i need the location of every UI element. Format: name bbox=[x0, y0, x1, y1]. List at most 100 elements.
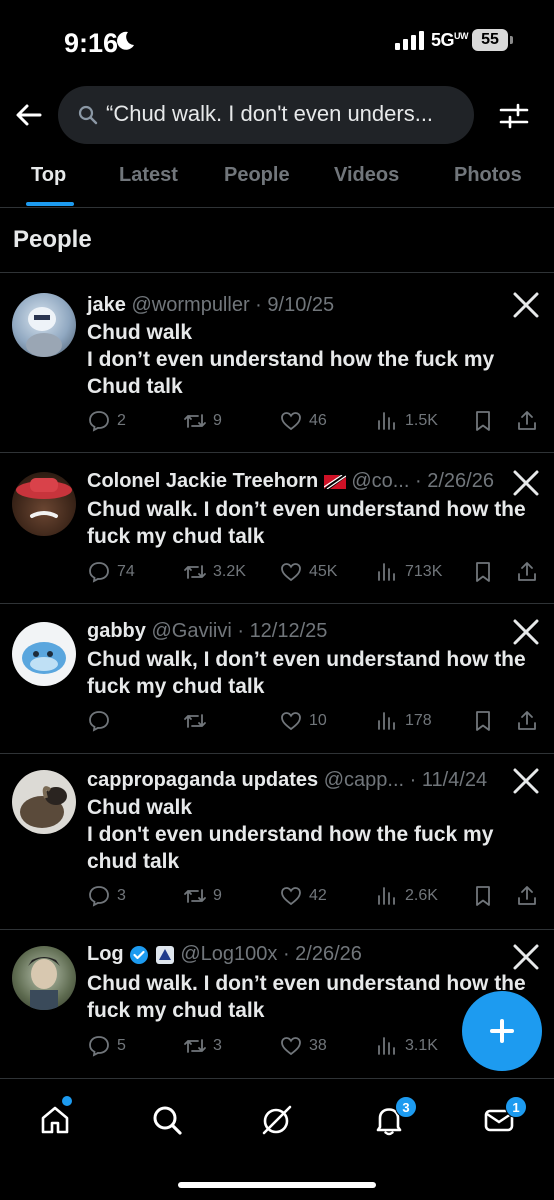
author-handle[interactable]: @wormpuller bbox=[132, 294, 250, 316]
verified-badge-icon bbox=[130, 945, 149, 964]
author-name[interactable]: gabby bbox=[87, 620, 146, 642]
repost-button[interactable]: 9 bbox=[183, 884, 222, 908]
author-name[interactable]: jake bbox=[87, 294, 126, 316]
reply-button[interactable] bbox=[87, 709, 117, 733]
tweet-date[interactable]: 12/12/25 bbox=[250, 620, 328, 642]
view-count: 3.1K bbox=[405, 1037, 438, 1054]
grok-icon[interactable] bbox=[260, 1103, 294, 1137]
repost-button[interactable] bbox=[183, 709, 213, 733]
tweet-header: Colonel Jackie Treehorn @co... · 2/26/26 bbox=[87, 470, 494, 493]
reply-count: 74 bbox=[117, 563, 135, 580]
views-button[interactable]: 2.6K bbox=[375, 884, 438, 908]
bookmark-button[interactable] bbox=[471, 409, 501, 433]
repost-icon bbox=[184, 414, 206, 428]
tweet[interactable]: cappropaganda updates @capp... · 11/4/24… bbox=[0, 754, 554, 930]
share-button[interactable] bbox=[515, 884, 545, 908]
x-logo-icon bbox=[513, 944, 539, 970]
heart-icon bbox=[281, 563, 301, 582]
search-tabs: Top Latest People Videos Photos bbox=[0, 150, 554, 208]
tweet-date[interactable]: 2/26/26 bbox=[427, 470, 494, 492]
like-button[interactable]: 42 bbox=[279, 884, 327, 908]
reply-icon bbox=[89, 411, 109, 432]
bottom-navigation: 3 1 bbox=[0, 1078, 554, 1200]
reply-button[interactable]: 2 bbox=[87, 409, 126, 433]
repost-button[interactable]: 3.2K bbox=[183, 560, 246, 584]
tab-photos[interactable]: Photos bbox=[454, 164, 522, 187]
tweet-text: Chud walk I don’t even understand how th… bbox=[87, 319, 537, 400]
repost-icon bbox=[184, 565, 206, 579]
like-button[interactable]: 38 bbox=[279, 1034, 327, 1058]
tab-top[interactable]: Top bbox=[31, 164, 66, 187]
tweet-header: jake @wormpuller · 9/10/25 bbox=[87, 294, 334, 317]
separator-dot: · bbox=[409, 470, 428, 492]
notifications-badge: 3 bbox=[395, 1096, 417, 1118]
bookmark-button[interactable] bbox=[471, 884, 501, 908]
views-button[interactable]: 1.5K bbox=[375, 409, 438, 433]
compose-post-button[interactable] bbox=[462, 991, 542, 1071]
like-button[interactable]: 46 bbox=[279, 409, 327, 433]
share-icon bbox=[518, 411, 536, 430]
tweet-line: I don’t even understand how the fuck my bbox=[87, 348, 495, 371]
views-button[interactable]: 178 bbox=[375, 709, 432, 733]
heart-icon bbox=[281, 412, 301, 431]
repost-count: 3.2K bbox=[213, 563, 246, 580]
author-name[interactable]: Log bbox=[87, 943, 124, 965]
tweet-date[interactable]: 11/4/24 bbox=[422, 769, 487, 791]
author-handle[interactable]: @Log100x bbox=[180, 943, 277, 965]
tweet-date[interactable]: 9/10/25 bbox=[267, 294, 334, 316]
share-button[interactable] bbox=[515, 560, 545, 584]
view-count: 178 bbox=[405, 712, 432, 729]
reply-button[interactable]: 5 bbox=[87, 1034, 126, 1058]
tweet-line: fuck my chud talk bbox=[87, 525, 265, 548]
avatar[interactable] bbox=[12, 622, 76, 686]
avatar[interactable] bbox=[12, 946, 76, 1010]
like-button[interactable]: 45K bbox=[279, 560, 337, 584]
bookmark-button[interactable] bbox=[471, 560, 501, 584]
home-icon[interactable] bbox=[38, 1103, 72, 1137]
author-handle[interactable]: @co... bbox=[351, 470, 409, 492]
tweet[interactable]: jake @wormpuller · 9/10/25 Chud walk I d… bbox=[0, 273, 554, 453]
tweet[interactable]: Colonel Jackie Treehorn @co... · 2/26/26… bbox=[0, 454, 554, 604]
repost-button[interactable]: 9 bbox=[183, 409, 222, 433]
battery-icon: 55 bbox=[472, 29, 508, 51]
avatar[interactable] bbox=[12, 770, 76, 834]
filter-settings-icon[interactable] bbox=[498, 100, 530, 132]
repost-button[interactable]: 3 bbox=[183, 1034, 222, 1058]
share-button[interactable] bbox=[515, 709, 545, 733]
search-input[interactable]: “Chud walk. I don't even unders... bbox=[58, 86, 474, 144]
tweet[interactable]: gabby @Gaviivi · 12/12/25 Chud walk, I d… bbox=[0, 604, 554, 754]
x-logo-icon bbox=[513, 768, 539, 794]
tweet-text: Chud walk. I don’t even understand how t… bbox=[87, 496, 537, 550]
reply-button[interactable]: 3 bbox=[87, 884, 126, 908]
tweet-line: chud talk bbox=[87, 850, 180, 873]
avatar[interactable] bbox=[12, 293, 76, 357]
author-name[interactable]: cappropaganda updates bbox=[87, 769, 318, 791]
share-button[interactable] bbox=[515, 409, 545, 433]
like-count: 10 bbox=[309, 712, 327, 729]
avatar-image bbox=[20, 786, 67, 828]
like-count: 46 bbox=[309, 412, 327, 429]
bookmark-button[interactable] bbox=[471, 709, 501, 733]
back-arrow-icon[interactable] bbox=[14, 100, 44, 130]
author-name[interactable]: Colonel Jackie Treehorn bbox=[87, 470, 318, 492]
tab-people[interactable]: People bbox=[224, 164, 290, 187]
avatar-image bbox=[16, 478, 72, 518]
avatar[interactable] bbox=[12, 472, 76, 536]
tweet-header: cappropaganda updates @capp... · 11/4/24 bbox=[87, 769, 487, 792]
separator-dot: · bbox=[277, 943, 296, 965]
tab-latest[interactable]: Latest bbox=[119, 164, 178, 187]
author-handle[interactable]: @capp... bbox=[324, 769, 404, 791]
tab-videos[interactable]: Videos bbox=[334, 164, 399, 187]
reply-button[interactable]: 74 bbox=[87, 560, 135, 584]
share-icon bbox=[518, 562, 536, 581]
views-button[interactable]: 3.1K bbox=[375, 1034, 438, 1058]
signal-icon bbox=[395, 31, 424, 50]
author-handle[interactable]: @Gaviivi bbox=[151, 620, 231, 642]
tweet-date[interactable]: 2/26/26 bbox=[295, 943, 362, 965]
like-button[interactable]: 10 bbox=[279, 709, 327, 733]
tweet-line: Chud walk, I don’t even understand how t… bbox=[87, 648, 526, 671]
tweet-line: Chud walk. I don’t even understand how t… bbox=[87, 498, 526, 521]
views-button[interactable]: 713K bbox=[375, 560, 442, 584]
status-bar: 9:16 5GUW 55 bbox=[0, 0, 554, 80]
search-nav-icon[interactable] bbox=[150, 1103, 184, 1137]
